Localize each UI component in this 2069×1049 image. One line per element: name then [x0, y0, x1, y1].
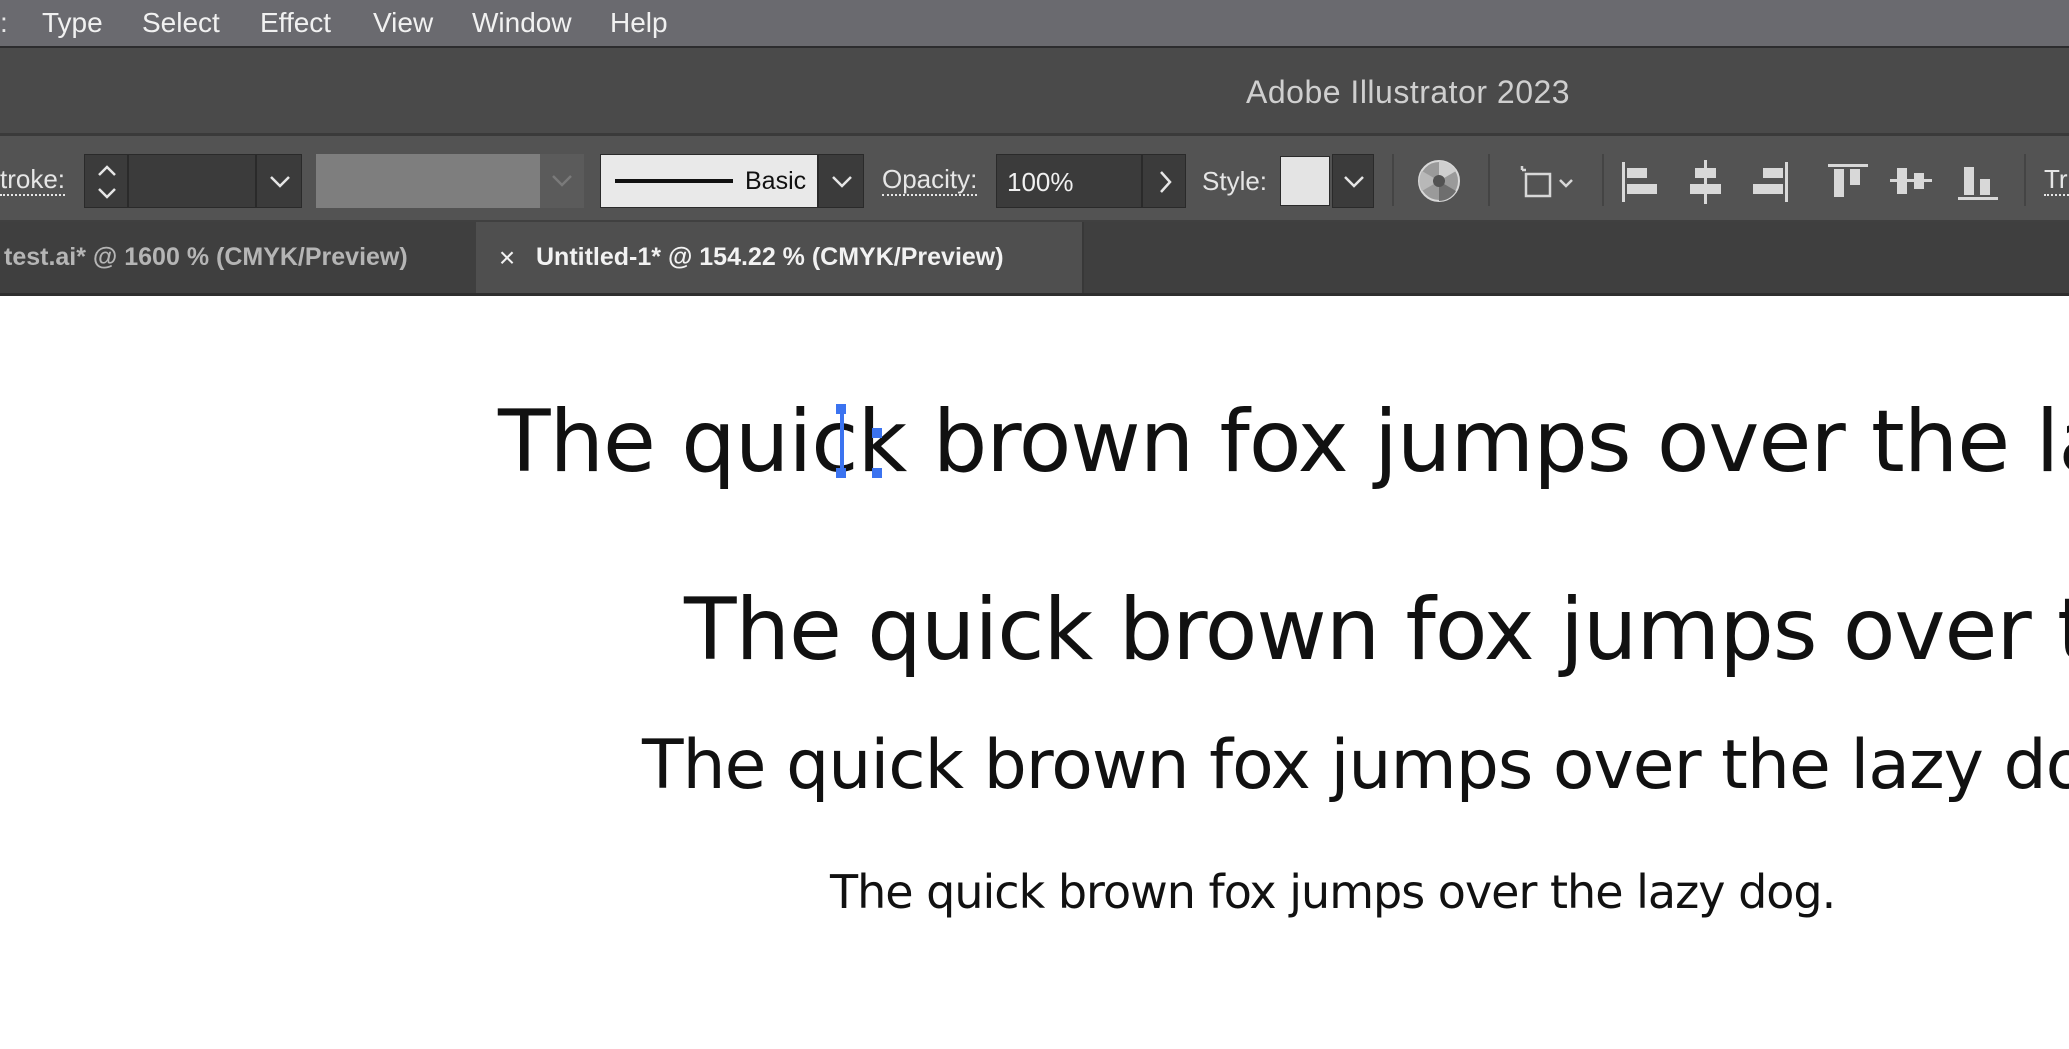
menu-edge-glyph: :: [0, 7, 8, 38]
align-to-selection-icon: [1520, 166, 1573, 198]
align-top-icon: [1828, 164, 1868, 197]
stepper-arrows-icon: [98, 165, 116, 199]
stroke-weight-input[interactable]: [128, 154, 256, 208]
align-right-icon: [1753, 162, 1788, 202]
brush-definition-field[interactable]: Basic: [600, 154, 818, 208]
align-bottom-button[interactable]: [1952, 154, 2002, 208]
stroke-label[interactable]: troke:: [0, 164, 66, 196]
stroke-weight-stepper[interactable]: [84, 154, 128, 208]
brush-stroke-preview: [615, 179, 733, 183]
tab-test-ai[interactable]: test.ai* @ 1600 % (CMYK/Preview): [4, 222, 474, 293]
brush-name: Basic: [745, 167, 807, 195]
color-wheel-icon: [1418, 160, 1460, 202]
text-line-4[interactable]: The quick brown fox jumps over the lazy …: [830, 864, 1836, 920]
opacity-value: 100%: [1007, 167, 1074, 197]
align-left-icon: [1622, 162, 1657, 202]
menu-select[interactable]: Select: [142, 5, 220, 41]
artboard-canvas[interactable]: The quick brown fox jumps over the lazy …: [0, 296, 2069, 1049]
recolor-artwork-button[interactable]: [1414, 156, 1464, 206]
align-horizontal-center-button[interactable]: [1680, 154, 1730, 208]
menu-window[interactable]: Window: [472, 5, 572, 41]
toolbar-separator: [1488, 154, 1490, 206]
opacity-input[interactable]: 100%: [996, 154, 1142, 208]
transform-label[interactable]: Tr: [2044, 164, 2069, 196]
chevron-down-icon: [552, 175, 572, 187]
stroke-weight-dropdown[interactable]: [256, 154, 302, 208]
variable-width-profile[interactable]: [316, 154, 540, 208]
align-vertical-center-button[interactable]: [1886, 154, 1936, 208]
chevron-right-icon: [1160, 171, 1172, 193]
document-tab-bar: test.ai* @ 1600 % (CMYK/Preview) × Untit…: [0, 222, 2069, 296]
chevron-down-icon: [1344, 176, 1364, 188]
text-line-1[interactable]: The quick brown fox jumps over the lazy: [498, 392, 2069, 492]
align-right-button[interactable]: [1744, 154, 1794, 208]
graphic-style-dropdown[interactable]: [1332, 154, 1374, 208]
align-to-button[interactable]: [1514, 154, 1578, 208]
selection-handle: [836, 404, 846, 414]
menu-type[interactable]: Type: [42, 5, 103, 41]
menu-bar: : Type Select Effect View Window Help: [0, 0, 2069, 48]
align-vertical-center-icon: [1890, 168, 1932, 194]
toolbar-separator: [1392, 154, 1394, 206]
selection-handle: [872, 428, 882, 438]
opacity-slider-button[interactable]: [1142, 154, 1186, 208]
control-bar: troke: Basic Opacity: 100% Style: Tr: [0, 136, 2069, 222]
graphic-style-swatch[interactable]: [1280, 156, 1330, 206]
close-tab-icon[interactable]: ×: [492, 222, 522, 293]
align-bottom-icon: [1958, 167, 1998, 200]
tab-untitled-1[interactable]: × Untitled-1* @ 154.22 % (CMYK/Preview): [476, 222, 1084, 293]
text-line-3[interactable]: The quick brown fox jumps over the lazy …: [642, 726, 2069, 806]
toolbar-separator: [1602, 154, 1604, 206]
align-horizontal-center-icon: [1690, 160, 1721, 204]
menu-help[interactable]: Help: [610, 5, 668, 41]
selection-handle: [836, 468, 846, 478]
tab-label: Untitled-1* @ 154.22 % (CMYK/Preview): [536, 243, 1004, 271]
menu-view[interactable]: View: [373, 5, 433, 41]
width-profile-dropdown[interactable]: [540, 154, 584, 208]
toolbar-separator: [2024, 154, 2026, 206]
align-left-button[interactable]: [1616, 154, 1666, 208]
style-label: Style:: [1202, 166, 1268, 196]
brush-dropdown[interactable]: [818, 154, 864, 208]
title-bar: Adobe Illustrator 2023: [0, 48, 2069, 136]
menu-effect[interactable]: Effect: [260, 5, 331, 41]
chevron-down-icon: [270, 176, 290, 188]
tab-label: test.ai* @ 1600 % (CMYK/Preview): [4, 243, 408, 271]
app-title: Adobe Illustrator 2023: [1246, 74, 1571, 110]
text-line-2[interactable]: The quick brown fox jumps over the: [684, 580, 2069, 680]
opacity-label[interactable]: Opacity:: [882, 164, 978, 196]
text-caret: [840, 408, 844, 476]
chevron-down-icon: [832, 176, 852, 188]
selection-handle: [872, 468, 882, 478]
align-top-button[interactable]: [1822, 154, 1872, 208]
